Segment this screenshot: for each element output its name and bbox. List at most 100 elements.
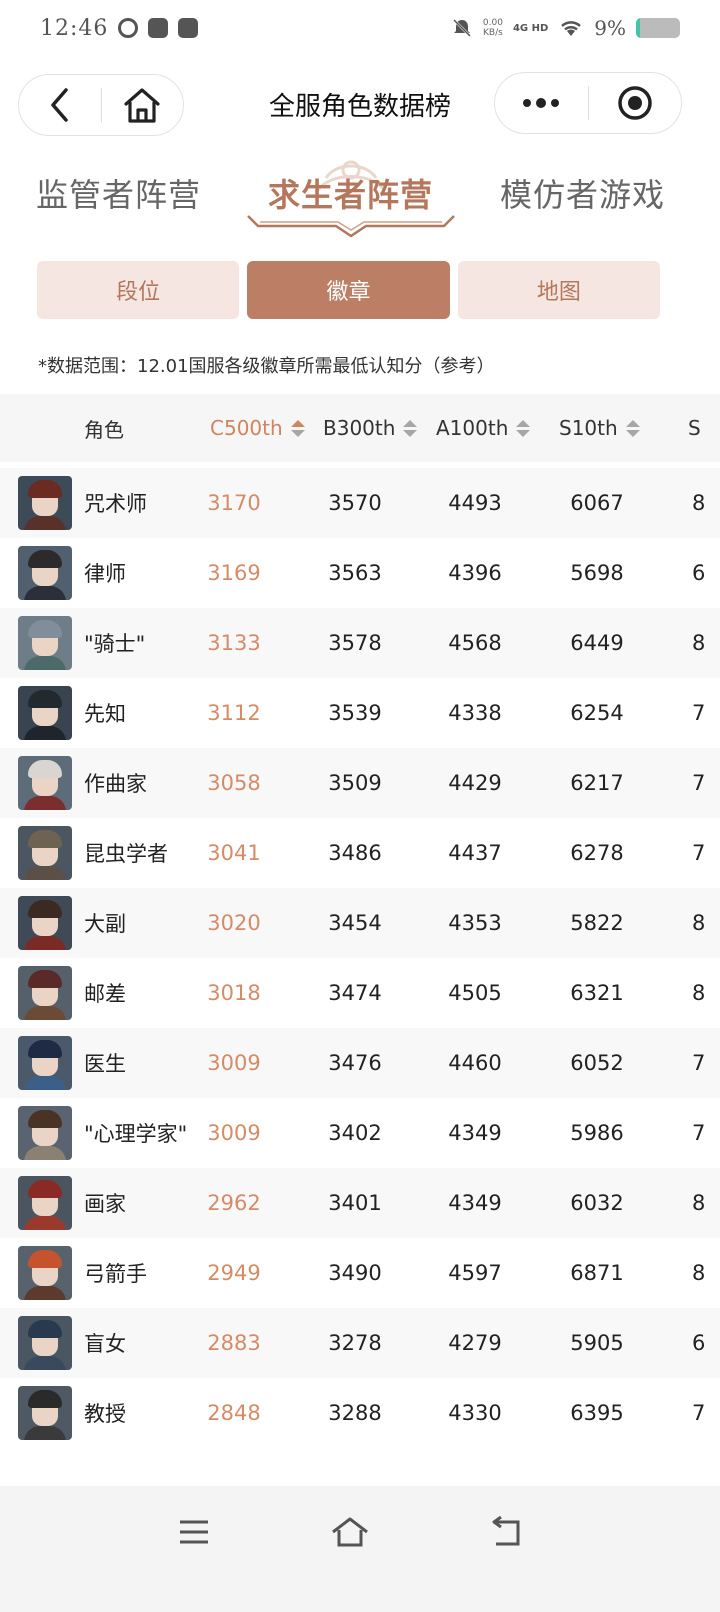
score-s10: 6449 (570, 631, 624, 655)
character-avatar (18, 826, 72, 880)
score-c500: 2883 (207, 1331, 261, 1355)
character-avatar (18, 476, 72, 530)
score-s1: 8 (692, 1261, 706, 1285)
character-name: 弓箭手 (84, 1262, 147, 1286)
character-avatar (18, 1316, 72, 1370)
score-s1: 8 (692, 1191, 706, 1215)
character-name: 昆虫学者 (84, 842, 168, 866)
score-a100: 4338 (448, 701, 502, 725)
tab-imitator-game[interactable]: 模仿者游戏 (500, 170, 665, 216)
tab-badge[interactable]: 徽章 (247, 261, 450, 319)
score-a100: 4349 (448, 1191, 502, 1215)
score-a100: 4396 (448, 561, 502, 585)
score-a100: 4349 (448, 1121, 502, 1145)
score-s1: 7 (692, 1051, 706, 1075)
character-name: 先知 (84, 702, 126, 726)
camp-tabs: 监管者阵营 求生者阵营 模仿者游戏 (0, 160, 720, 240)
character-name: "骑士" (84, 632, 146, 656)
status-right: 0.00 KB/s 4G HD 9% (451, 16, 680, 40)
character-avatar (18, 896, 72, 950)
score-a100: 4437 (448, 841, 502, 865)
score-c500: 3018 (207, 981, 261, 1005)
more-button[interactable] (495, 73, 588, 133)
system-back-button[interactable] (484, 1510, 528, 1554)
header-role: 角色 (84, 417, 124, 442)
score-c500: 3041 (207, 841, 261, 865)
character-avatar (18, 1386, 72, 1440)
table-row[interactable]: 作曲家 3058 3509 4429 6217 7 (0, 748, 720, 818)
character-avatar (18, 1176, 72, 1230)
home-outline-icon (332, 1517, 368, 1547)
wifi-icon (561, 21, 582, 36)
table-row[interactable]: 昆虫学者 3041 3486 4437 6278 7 (0, 818, 720, 888)
score-c500: 2848 (207, 1401, 261, 1425)
table-row[interactable]: 弓箭手 2949 3490 4597 6871 8 (0, 1238, 720, 1308)
table-row[interactable]: 律师 3169 3563 4396 5698 6 (0, 538, 720, 608)
back-arrow-icon (492, 1516, 520, 1546)
character-name: 邮差 (84, 982, 126, 1006)
table-row[interactable]: 邮差 3018 3474 4505 6321 8 (0, 958, 720, 1028)
score-c500: 3170 (207, 491, 261, 515)
character-avatar (18, 1106, 72, 1160)
menu-button[interactable] (172, 1510, 216, 1554)
score-b300: 3509 (328, 771, 382, 795)
score-s1: 8 (692, 911, 706, 935)
header-s10[interactable]: S10th (559, 394, 640, 462)
score-b300: 3539 (328, 701, 382, 725)
score-s1: 7 (692, 701, 706, 725)
score-a100: 4330 (448, 1401, 502, 1425)
score-s10: 6321 (570, 981, 624, 1005)
table-row[interactable]: 画家 2962 3401 4349 6032 8 (0, 1168, 720, 1238)
table-row[interactable]: 盲女 2883 3278 4279 5905 6 (0, 1308, 720, 1378)
character-name: 作曲家 (84, 772, 147, 796)
score-s1: 6 (692, 561, 706, 585)
table-row[interactable]: 咒术师 3170 3570 4493 6067 8 (0, 468, 720, 538)
header-c500[interactable]: C500th (210, 394, 305, 462)
character-name: "心理学家" (84, 1122, 188, 1146)
tab-hunter-camp[interactable]: 监管者阵营 (36, 170, 201, 216)
score-s10: 6032 (570, 1191, 624, 1215)
table-row[interactable]: 教授 2848 3288 4330 6395 7 (0, 1378, 720, 1448)
header-a100[interactable]: A100th (436, 394, 531, 462)
score-c500: 3058 (207, 771, 261, 795)
tab-map[interactable]: 地图 (457, 261, 660, 319)
header-b300[interactable]: B300th (323, 394, 418, 462)
character-avatar (18, 1036, 72, 1090)
score-c500: 3133 (207, 631, 261, 655)
score-b300: 3578 (328, 631, 382, 655)
score-b300: 3401 (328, 1191, 382, 1215)
table-row[interactable]: 先知 3112 3539 4338 6254 7 (0, 678, 720, 748)
score-s10: 5698 (570, 561, 624, 585)
table-row[interactable]: "心理学家" 3009 3402 4349 5986 7 (0, 1098, 720, 1168)
miniprogram-capsule (494, 72, 682, 134)
score-c500: 3112 (207, 701, 261, 725)
table-row[interactable]: "骑士" 3133 3578 4568 6449 8 (0, 608, 720, 678)
score-s1: 7 (692, 1121, 706, 1145)
app-notification-icon (118, 18, 139, 38)
score-a100: 4460 (448, 1051, 502, 1075)
score-s10: 5822 (570, 911, 624, 935)
score-b300: 3454 (328, 911, 382, 935)
table-row[interactable]: 大副 3020 3454 4353 5822 8 (0, 888, 720, 958)
tab-rank[interactable]: 段位 (37, 261, 240, 319)
tab-survivor-camp[interactable]: 求生者阵营 (268, 170, 433, 216)
battery-percent: 9% (594, 16, 626, 40)
data-range-note: *数据范围：12.01国服各级徽章所需最低认知分（参考） (38, 356, 495, 377)
table-row[interactable]: 医生 3009 3476 4460 6052 7 (0, 1028, 720, 1098)
score-s1: 7 (692, 1401, 706, 1425)
system-nav-bar (0, 1486, 720, 1612)
score-a100: 4279 (448, 1331, 502, 1355)
network-speed: 0.00 KB/s (482, 18, 503, 38)
header: 全服角色数据榜 (0, 72, 720, 138)
score-s1: 8 (692, 981, 706, 1005)
score-c500: 3169 (207, 561, 261, 585)
close-miniprogram-button[interactable] (589, 73, 682, 133)
system-home-button[interactable] (328, 1510, 372, 1554)
score-s1: 8 (692, 631, 706, 655)
table-header: 角色 C500th B300th A100th S10th S (0, 394, 720, 462)
character-name: 医生 (84, 1052, 126, 1076)
score-s1: 7 (692, 771, 706, 795)
header-s1[interactable]: S (688, 394, 701, 462)
menu-lines-icon (180, 1520, 208, 1544)
score-a100: 4568 (448, 631, 502, 655)
